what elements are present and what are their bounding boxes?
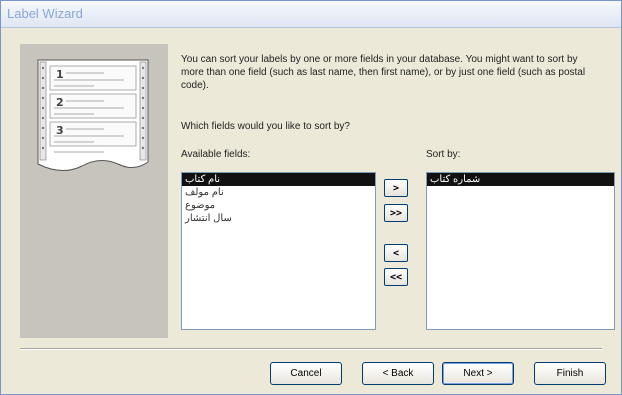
add-field-button[interactable]: > (384, 179, 408, 197)
available-fields-label: Available fields: (181, 149, 251, 160)
title-bar[interactable]: Label Wizard (1, 1, 621, 28)
sort-question: Which fields would you like to sort by? (181, 121, 350, 132)
svg-text:2: 2 (56, 96, 64, 109)
list-item[interactable]: شماره كتاب (427, 173, 614, 186)
sort-by-list[interactable]: شماره كتاب (426, 172, 615, 330)
svg-text:1: 1 (56, 68, 64, 81)
list-item[interactable]: نام كتاب (182, 173, 375, 186)
cancel-button[interactable]: Cancel (270, 362, 342, 385)
add-all-fields-button[interactable]: >> (384, 204, 408, 222)
finish-button[interactable]: Finish (534, 362, 606, 385)
available-fields-list[interactable]: نام كتاب نام مولف موضوع سال انتشار (181, 172, 376, 330)
list-item[interactable]: سال انتشار (182, 212, 375, 225)
window-title: Label Wizard (7, 6, 83, 21)
wizard-body: 1 2 3 You can sort your labels by one or… (6, 28, 616, 390)
sort-by-label: Sort by: (426, 149, 461, 160)
back-button[interactable]: < Back (362, 362, 434, 385)
remove-field-button[interactable]: < (384, 244, 408, 262)
illustration-panel: 1 2 3 (20, 44, 168, 338)
label-wizard-window: Label Wizard 1 2 3 You can sort your lab… (0, 0, 622, 395)
label-sheet-illustration-icon: 1 2 3 (37, 59, 149, 171)
remove-all-fields-button[interactable]: << (384, 268, 408, 286)
list-item[interactable]: موضوع (182, 199, 375, 212)
intro-text: You can sort your labels by one or more … (181, 54, 586, 91)
svg-text:3: 3 (56, 124, 64, 137)
next-button[interactable]: Next > (442, 362, 514, 385)
list-item[interactable]: نام مولف (182, 186, 375, 199)
divider (20, 348, 602, 350)
